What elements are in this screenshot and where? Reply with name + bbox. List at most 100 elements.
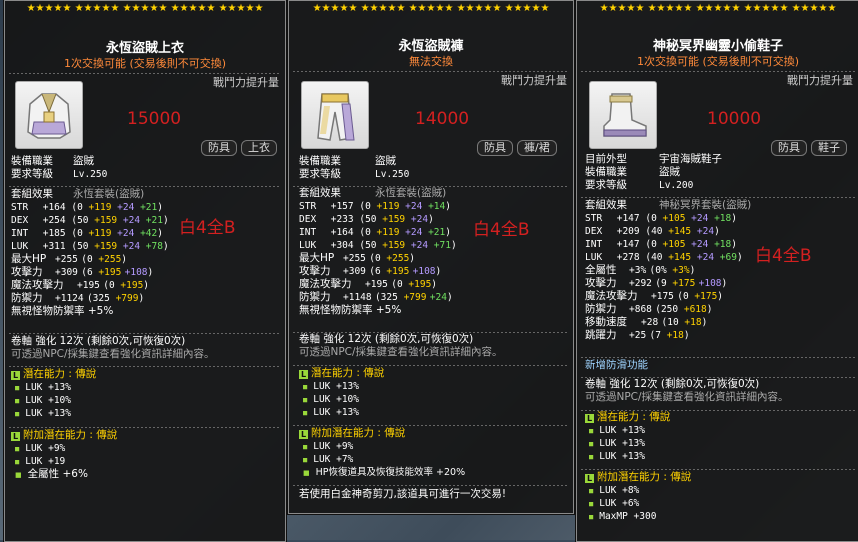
bonus-potential-line: LUK +9% [25,443,66,454]
stat-row: 防禦力 +1148 (325 +799 +24) [299,291,453,303]
info-label: 目前外型 [585,153,627,165]
item-tooltip-top: ★★★★★ ★★★★★ ★★★★★ ★★★★★ ★★★★★ 永恆盜賊上衣 1次交… [4,0,286,542]
stat-row: 魔法攻擊力 +195 (0 +195) [299,278,438,290]
bullet-icon: ■ [303,383,308,391]
info-value: Lv.200 [659,180,694,191]
bonus-potential-line: LUK +9% [313,441,354,452]
legendary-icon: L [299,370,308,379]
bullet-icon: ■ [15,471,22,479]
potential-label: 潛在能力 : 傳說 [597,411,671,423]
info-label: 裝備職業 [585,166,627,178]
scroll-info: 卷軸 強化 12次 (剩餘0次,可恢復0次) [11,335,186,347]
bonus-potential-line: LUK +7% [313,454,354,465]
stat-row: 攻擊力 +309 (6 +195 +108) [11,266,154,278]
potential-line: LUK +13% [599,425,645,436]
annotation-note: 白4全B [179,218,236,238]
stat-row: INT +185 (0 +119 +24 +42) [11,228,163,239]
robe-icon [27,93,71,139]
stat-row: LUK +278 (40 +145 +24 +69) [585,252,743,263]
scroll-info: 卷軸 強化 12次 (剩餘0次,可恢復0次) [585,378,760,390]
star-force-stars: ★★★★★ ★★★★★ ★★★★★ ★★★★★ ★★★★★ [599,3,837,14]
set-label: 套組效果 [11,188,53,200]
stat-row: 攻擊力 +309 (6 +195 +108) [299,265,442,277]
stat-row: 最大HP +255 (0 +255) [11,253,128,265]
bonus-potential-label: 附加潛在能力 : 傳說 [597,471,692,483]
star-force-stars: ★★★★★ ★★★★★ ★★★★★ ★★★★★ ★★★★★ [26,3,264,14]
bullet-icon: ■ [589,453,594,461]
bullet-icon: ■ [303,469,310,477]
info-value: 盜賊 [659,166,680,178]
npc-info: 可透過NPC/採集鍵查看強化資訊詳細內容。 [299,346,503,358]
divider [581,71,855,72]
npc-info: 可透過NPC/採集鍵查看強化資訊詳細內容。 [11,348,215,360]
bonus-potential-line: HP恢復道具及恢復技能效率 +20% [315,467,466,478]
potential-line: LUK +10% [313,394,359,405]
power-value: 14000 [415,109,470,129]
bullet-icon: ■ [303,409,308,417]
info-label: 要求等級 [11,168,53,180]
bullet-icon: ■ [303,396,308,404]
info-label: 裝備職業 [11,155,53,167]
info-value: Lv.250 [73,169,108,180]
stat-row: 防禦力 +868 (250 +618) [585,303,713,315]
legendary-icon: L [585,414,594,423]
legendary-icon: L [585,474,594,483]
bullet-icon: ■ [15,410,20,418]
item-name: 神秘冥界幽靈小偷鞋子 [652,39,783,54]
bullet-icon: ■ [303,456,308,464]
ignore-def: 無視怪物防禦率 +5% [11,305,114,317]
item-name: 永恆盜賊上衣 [105,41,184,56]
bullet-icon: ■ [589,440,594,448]
npc-info: 可透過NPC/採集鍵查看強化資訊詳細內容。 [585,391,789,403]
potential-line: LUK +13% [599,451,645,462]
legendary-icon: L [11,371,20,380]
info-label: 要求等級 [585,179,627,191]
stat-row: 移動速度 +28 (10 +18) [585,316,708,328]
bonus-potential-line: LUK +19 [25,456,66,467]
set-value: 神秘冥界套裝(盜賊) [659,199,752,211]
stat-row: DEX +254 (50 +159 +24 +21) [11,215,169,226]
bonus-potential-label: 附加潛在能力 : 傳說 [311,427,406,439]
trade-status: 1次交換可能 (交易後則不可交換) [636,55,800,68]
info-value: Lv.250 [375,169,410,180]
set-label: 套組效果 [299,187,341,199]
stat-row: 跳躍力 +25 (7 +18) [585,329,690,341]
bullet-icon: ■ [15,384,20,392]
legendary-icon: L [11,432,20,441]
tag-category: 防具 [477,140,513,156]
set-value: 永恆套裝(盜賊) [73,188,145,200]
stat-row: LUK +311 (50 +159 +24 +78) [11,241,169,252]
stat-row: DEX +209 (40 +145 +24) [585,226,720,237]
item-tooltip-bottom: ★★★★★ ★★★★★ ★★★★★ ★★★★★ ★★★★★ 永恆盜賊褲 無法交換… [288,0,574,514]
stat-row: 全屬性 +3% (0% +3%) [585,264,696,276]
stat-row: STR +157 (0 +119 +24 +14) [299,201,451,212]
scissors-note: 若使用白金神奇剪刀,該道具可進行一次交易! [299,488,507,500]
boot-icon [603,93,647,137]
set-value: 永恆套裝(盜賊) [375,187,447,199]
tag-slot: 上衣 [241,140,277,156]
potential-line: LUK +13% [25,382,71,393]
item-icon-bottom [301,81,369,149]
info-label: 要求等級 [299,168,341,180]
bullet-icon: ■ [303,443,308,451]
annotation-note: 白4全B [755,246,812,266]
info-value: 盜賊 [375,155,396,167]
stat-row: 最大HP +255 (0 +255) [299,252,416,264]
bonus-potential-label: 附加潛在能力 : 傳說 [23,429,118,441]
power-value: 10000 [707,109,762,129]
scroll-info: 卷軸 強化 12次 (剩餘0次,可恢復0次) [299,333,474,345]
potential-line: LUK +13% [599,438,645,449]
power-value: 15000 [127,109,182,129]
stat-row: STR +164 (0 +119 +24 +21) [11,202,163,213]
trade-status: 無法交換 [409,55,453,68]
bullet-icon: ■ [15,445,20,453]
potential-label: 潛在能力 : 傳說 [23,368,97,380]
bullet-icon: ■ [589,513,594,521]
info-value: 宇宙海賊鞋子 [659,153,722,165]
bullet-icon: ■ [589,427,594,435]
tag-slot: 褲/裙 [517,140,557,156]
item-icon-shoes [589,81,657,149]
anti-slip-note: 新增防滑功能 [585,359,648,371]
bonus-potential-line: MaxMP +300 [599,511,657,522]
divider [293,71,569,72]
